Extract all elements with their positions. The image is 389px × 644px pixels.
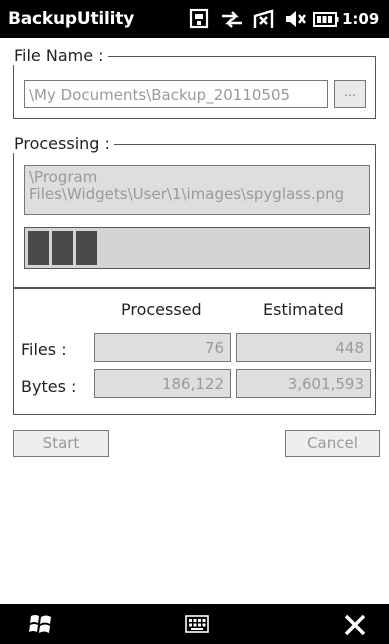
status-time: 1:09 (342, 10, 380, 28)
files-label: Files : (21, 340, 67, 359)
files-processed-value: 76 (204, 339, 224, 357)
app-title: BackupUtility (8, 9, 135, 29)
no-signal-icon[interactable] (252, 8, 276, 30)
close-icon[interactable] (343, 613, 367, 637)
title-bar: BackupUtility 1:09 (0, 0, 389, 38)
files-processed-field: 76 (94, 333, 231, 362)
bottom-bar (0, 604, 389, 644)
bytes-processed-field: 186,122 (94, 369, 231, 398)
cancel-button[interactable]: Cancel (285, 430, 380, 457)
keyboard-icon[interactable] (185, 615, 209, 633)
file-name-input[interactable]: \My Documents\Backup_20110505 (24, 80, 328, 108)
start-button[interactable]: Start (13, 430, 109, 457)
bytes-label: Bytes : (21, 377, 77, 396)
files-estimated-value: 448 (335, 339, 364, 357)
progress-block (76, 231, 97, 265)
bytes-estimated-value: 3,601,593 (287, 375, 364, 393)
battery-icon[interactable] (313, 8, 339, 30)
estimated-column-header: Estimated (263, 300, 344, 319)
processing-label: Processing : (12, 135, 114, 153)
progress-block (52, 231, 73, 265)
current-file-value: \Program Files\Widgets\User\1\images\spy… (29, 168, 345, 203)
bytes-processed-value: 186,122 (161, 375, 224, 393)
current-file-field: \Program Files\Widgets\User\1\images\spy… (24, 165, 370, 215)
files-estimated-field: 448 (236, 333, 371, 362)
file-name-value: \My Documents\Backup_20110505 (29, 86, 291, 104)
file-name-label: File Name : (12, 47, 108, 65)
processed-column-header: Processed (121, 300, 202, 319)
progress-bar (24, 227, 370, 269)
windows-start-icon[interactable] (28, 612, 54, 636)
browse-button[interactable]: ... (334, 80, 366, 108)
bytes-estimated-field: 3,601,593 (236, 369, 371, 398)
data-sync-icon[interactable] (220, 8, 244, 30)
progress-block (28, 231, 49, 265)
sim-icon[interactable] (188, 8, 210, 30)
volume-muted-icon[interactable] (283, 8, 307, 30)
